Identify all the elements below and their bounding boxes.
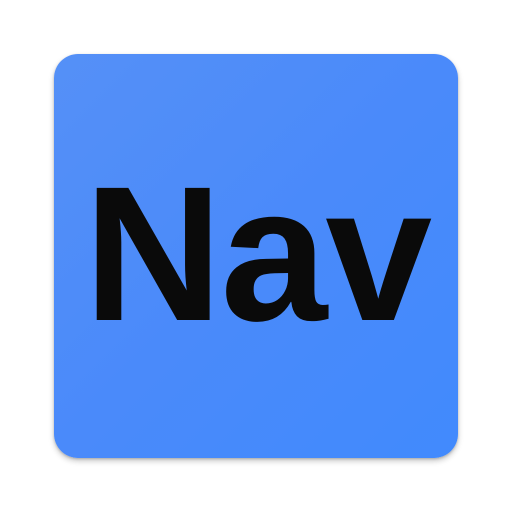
canvas: Nav [0,0,512,512]
app-icon[interactable]: Nav [54,54,458,458]
app-icon-label: Nav [83,146,432,361]
